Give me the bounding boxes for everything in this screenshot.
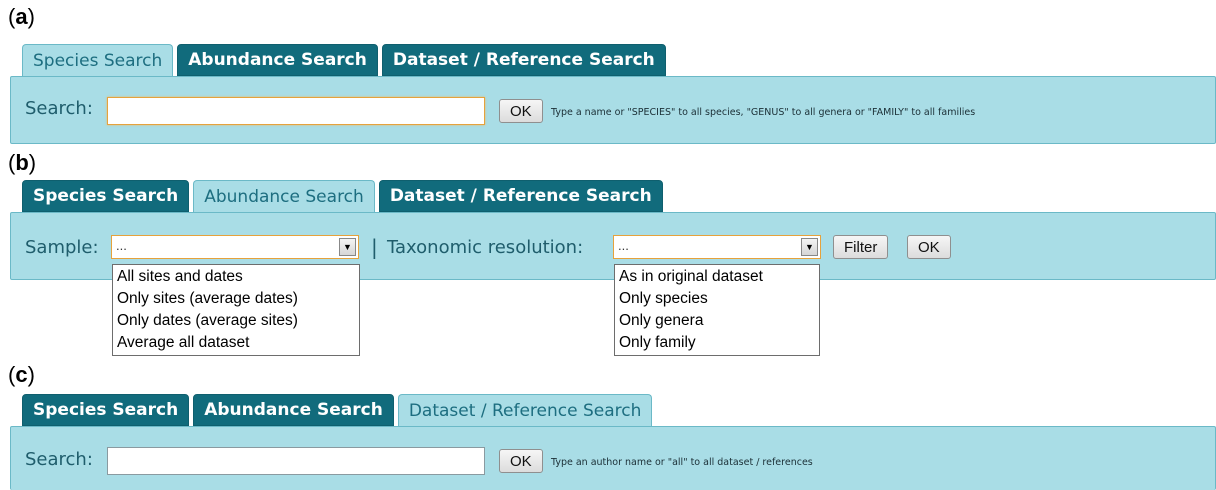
dataset-search-input[interactable] (107, 447, 485, 475)
species-search-input[interactable] (107, 97, 485, 125)
ok-button[interactable]: OK (907, 235, 951, 259)
taxonomic-dropdown: As in original dataset Only species Only… (614, 264, 820, 356)
search-hint: Type an author name or "all" to all data… (551, 457, 813, 468)
taxonomic-option[interactable]: Only species (619, 288, 815, 310)
tab-species-search[interactable]: Species Search (22, 394, 190, 426)
tab-abundance-search[interactable]: Abundance Search (193, 180, 375, 213)
tab-species-search[interactable]: Species Search (22, 180, 190, 212)
chevron-down-icon[interactable]: ▼ (339, 238, 356, 256)
tab-abundance-search[interactable]: Abundance Search (193, 394, 394, 426)
chevron-down-icon[interactable]: ▼ (801, 238, 818, 256)
panel-c-box: Search: OK Type an author name or "all" … (10, 426, 1216, 490)
taxonomic-option[interactable]: As in original dataset (619, 266, 815, 288)
taxonomic-option[interactable]: Only family (619, 332, 815, 354)
search-label: Search: (25, 449, 93, 470)
tabs-c: Species Search Abundance Search Dataset … (22, 394, 653, 427)
panel-a-box: Search: OK Type a name or "SPECIES" to a… (10, 76, 1216, 144)
tabs-b: Species Search Abundance Search Dataset … (22, 180, 663, 213)
tab-dataset-reference-search[interactable]: Dataset / Reference Search (381, 44, 666, 76)
tab-dataset-reference-search[interactable]: Dataset / Reference Search (397, 394, 653, 427)
ok-button[interactable]: OK (499, 99, 543, 123)
taxonomic-option[interactable]: Only genera (619, 310, 815, 332)
tab-dataset-reference-search[interactable]: Dataset / Reference Search (378, 180, 663, 212)
panel-a-label: (a) (8, 4, 35, 29)
search-label: Search: (25, 98, 93, 119)
tab-abundance-search[interactable]: Abundance Search (177, 44, 378, 76)
ok-button[interactable]: OK (499, 449, 543, 473)
sample-select-value: ... (116, 238, 127, 253)
sample-option[interactable]: Average all dataset (117, 332, 355, 354)
search-hint: Type a name or "SPECIES" to all species,… (551, 107, 976, 118)
sample-dropdown: All sites and dates Only sites (average … (112, 264, 360, 356)
panel-c-label: (c) (8, 362, 35, 387)
sample-option[interactable]: Only dates (average sites) (117, 310, 355, 332)
separator: | (371, 235, 378, 259)
filter-button[interactable]: Filter (833, 235, 889, 259)
taxonomic-select-value: ... (618, 238, 629, 253)
sample-option[interactable]: All sites and dates (117, 266, 355, 288)
panel-b-label: (b) (8, 150, 37, 175)
tabs-a: Species Search Abundance Search Dataset … (22, 44, 666, 77)
taxonomic-resolution-label: Taxonomic resolution: (387, 237, 584, 258)
sample-option[interactable]: Only sites (average dates) (117, 288, 355, 310)
sample-label: Sample: (25, 237, 99, 258)
sample-select[interactable]: ... ▼ (111, 235, 359, 259)
taxonomic-resolution-select[interactable]: ... ▼ (613, 235, 821, 259)
tab-species-search[interactable]: Species Search (22, 44, 174, 77)
